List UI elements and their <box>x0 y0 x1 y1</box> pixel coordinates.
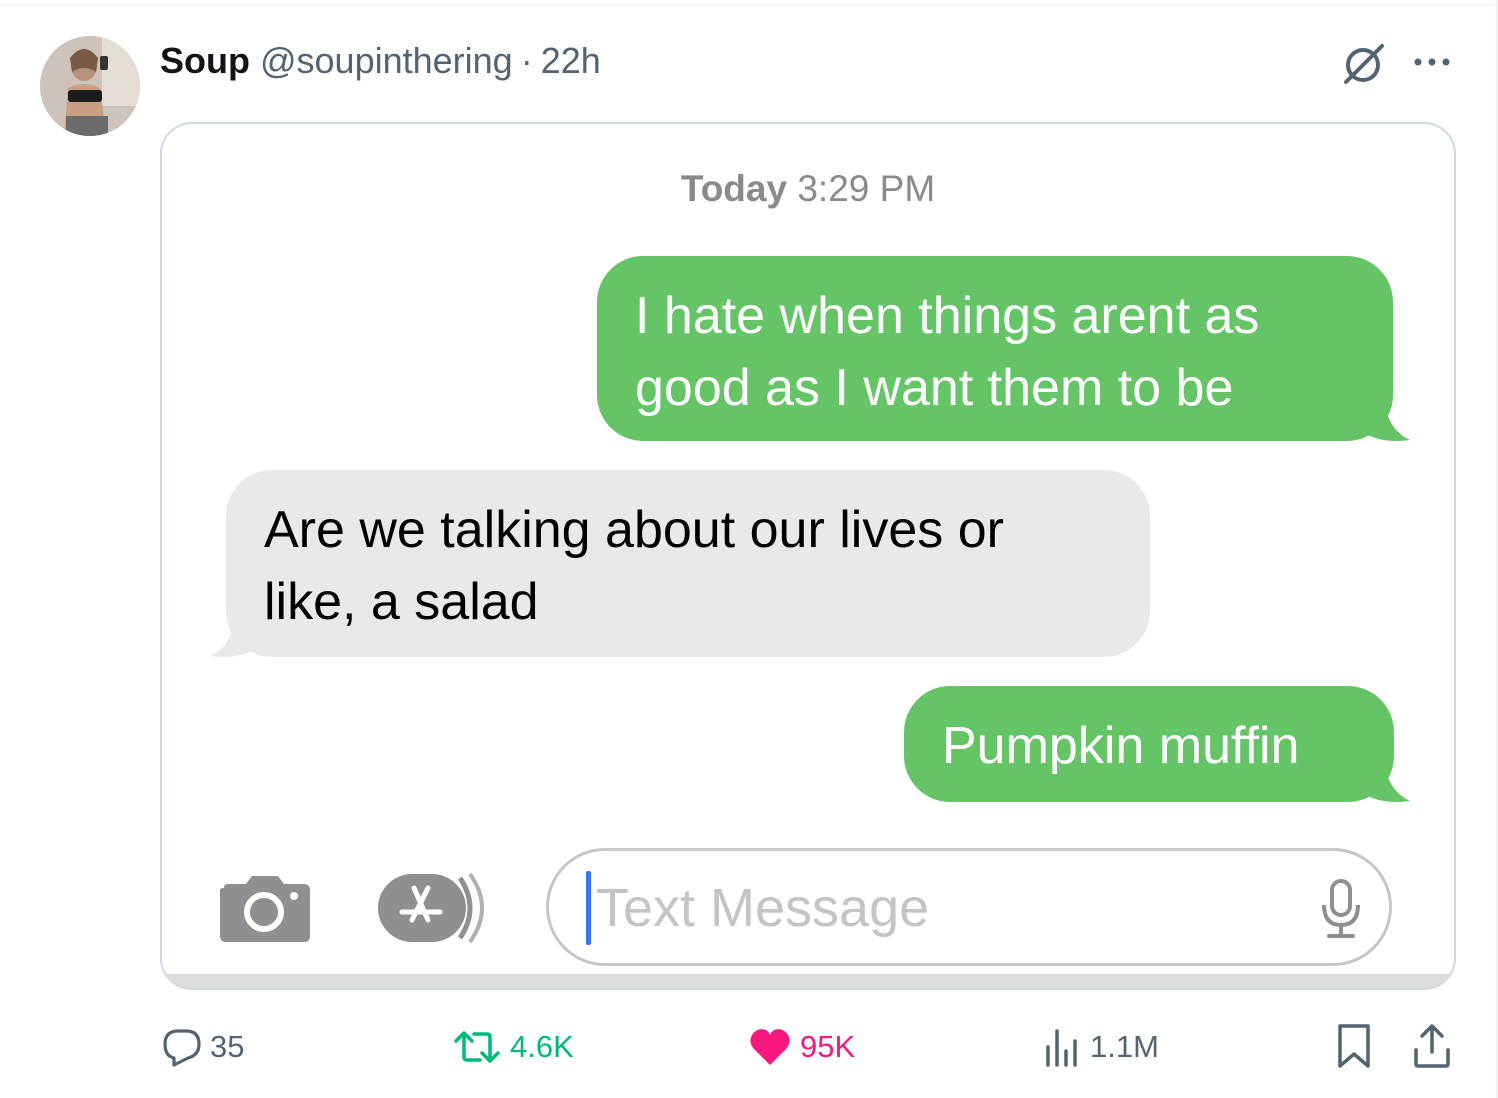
author-name[interactable]: Soup <box>160 40 250 82</box>
sent-message-bubble: Pumpkin muffin <box>904 686 1394 802</box>
timestamp-time: 3:29 PM <box>797 168 936 209</box>
grok-icon[interactable] <box>1340 40 1388 88</box>
app-store-icon <box>378 872 484 944</box>
avatar-image <box>40 36 140 136</box>
tweet-time[interactable]: 22h <box>541 40 601 82</box>
like-count: 95K <box>800 1029 856 1064</box>
sent-message-bubble: I hate when things arent as good as I wa… <box>597 256 1393 441</box>
bookmark-icon[interactable] <box>1336 1022 1372 1070</box>
separator-dot: · <box>520 40 533 81</box>
reply-button[interactable]: 35 <box>162 1022 244 1072</box>
share-icon[interactable] <box>1412 1022 1452 1070</box>
like-button[interactable]: 95K <box>748 1022 855 1072</box>
more-icon[interactable] <box>1410 42 1454 82</box>
views-count: 1.1M <box>1090 1029 1159 1064</box>
reply-count: 35 <box>210 1029 245 1064</box>
tweet-header: Soup @soupinthering · 22h <box>160 38 601 84</box>
retweet-icon <box>454 1031 500 1063</box>
author-handle[interactable]: @soupinthering <box>260 40 513 82</box>
views-button[interactable]: 1.1M <box>1042 1022 1159 1072</box>
retweet-button[interactable]: 4.6K <box>452 1022 574 1072</box>
message-line: I hate when things arent as <box>635 287 1260 345</box>
received-bubble-tail <box>210 616 258 657</box>
reply-icon <box>163 1029 201 1067</box>
heart-icon <box>750 1029 790 1065</box>
text-message-placeholder: Text Message <box>596 878 930 938</box>
retweet-count: 4.6K <box>510 1029 574 1064</box>
avatar[interactable] <box>40 36 140 136</box>
timestamp-day: Today <box>680 168 788 209</box>
top-divider <box>0 4 1498 5</box>
camera-icon <box>220 876 310 942</box>
mic-icon <box>1322 879 1360 938</box>
message-line: good as I want them to be <box>635 359 1234 417</box>
media-bottom-strip <box>162 974 1454 988</box>
message-line: Are we talking about our lives or <box>264 501 1004 559</box>
message-line: like, a salad <box>264 573 539 631</box>
message-line: Pumpkin muffin <box>942 717 1300 775</box>
tweet-action-bar: 35 4.6K 95K 1.1M <box>0 1022 1498 1072</box>
text-message-input[interactable]: Text Message <box>546 848 1392 966</box>
sent-bubble-tail <box>1362 761 1410 802</box>
received-message-bubble: Are we talking about our lives or like, … <box>226 470 1150 657</box>
views-icon <box>1046 1029 1077 1067</box>
tweet-media[interactable]: Today 3:29 PM I hate when things arent a… <box>160 122 1456 990</box>
message-timestamp: Today 3:29 PM <box>162 168 1454 210</box>
sent-bubble-tail <box>1362 400 1410 441</box>
text-caret <box>586 871 591 945</box>
